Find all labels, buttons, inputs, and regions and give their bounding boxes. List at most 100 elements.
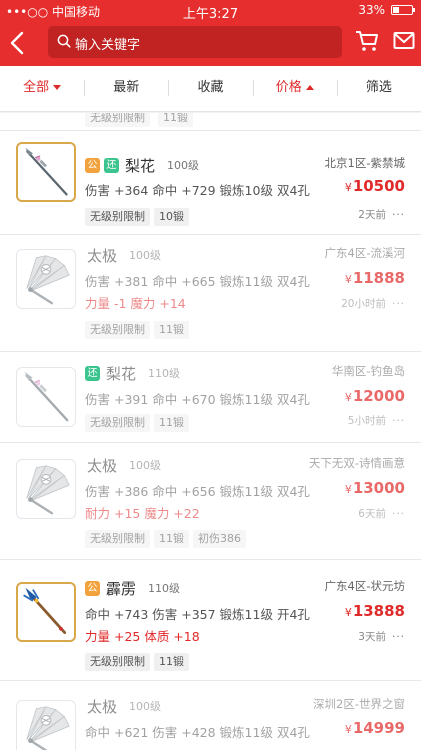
item-stats: 伤害 +386 命中 +656 锻炼11级 双4孔	[85, 484, 310, 499]
item-title: 霹雳	[106, 579, 137, 598]
tab-price[interactable]: 价格	[252, 66, 337, 111]
server-name: 深圳2区-世界之窗	[313, 697, 405, 711]
tab-filter[interactable]: 筛选	[336, 66, 421, 111]
item-title-row: 太极 100级	[85, 696, 161, 716]
more-options-icon[interactable]: ···	[392, 415, 405, 427]
battery-percent: 33%	[358, 3, 385, 17]
item-price: ¥11888	[345, 269, 405, 287]
tag: 11锻	[158, 113, 193, 127]
item-meta: 20小时前 ···	[341, 296, 405, 311]
item-stats: 伤害 +364 命中 +729 锻炼10级 双4孔	[85, 183, 310, 198]
listing-list: 无级别限制 11锻 公还梨花 100级 伤害 +364 命中 +729 锻炼10级 …	[0, 113, 421, 750]
posted-time: 6天前	[358, 508, 386, 520]
tag: 无级别限制	[85, 321, 150, 339]
tag: 无级别限制	[85, 653, 150, 671]
more-options-icon[interactable]: ···	[392, 508, 405, 520]
tab-latest[interactable]: 最新	[84, 66, 168, 111]
list-item[interactable]: 太极 100级伤害 +381 命中 +665 锻炼11级 双4孔 力量 -1 魔力 …	[0, 236, 421, 352]
status-bar: •••○○ 中国移动 上午3:27 33%	[0, 0, 421, 22]
return-badge: 还	[85, 365, 100, 381]
price-value: 13888	[352, 602, 405, 620]
spear-icon	[16, 142, 76, 202]
server-name: 广东4区-流溪河	[324, 246, 405, 260]
item-level: 110级	[148, 582, 181, 595]
back-button[interactable]	[6, 26, 30, 62]
item-title: 梨花	[106, 364, 137, 383]
item-price: ¥12000	[345, 387, 405, 405]
more-options-icon[interactable]: ···	[392, 209, 405, 221]
item-bonus: 力量 -1 魔力 +14	[85, 296, 186, 311]
item-title: 太极	[87, 246, 118, 265]
posted-time: 3天前	[358, 631, 386, 643]
list-item[interactable]: 还梨花 110级 伤害 +391 命中 +670 锻炼11级 双4孔 无级别限制 11锻…	[0, 353, 421, 443]
item-price: ¥14999	[345, 719, 405, 737]
price-value: 12000	[352, 387, 405, 405]
public-badge: 公	[85, 157, 100, 173]
item-price: ¥13000	[345, 479, 405, 497]
more-options-icon[interactable]: ···	[392, 631, 405, 643]
item-meta: 5小时前 ···	[348, 413, 405, 428]
currency-symbol: ¥	[344, 483, 352, 496]
item-price: ¥13888	[345, 602, 405, 620]
posted-time: 20小时前	[341, 298, 386, 310]
item-stats: 命中 +621 伤害 +428 锻炼11级 双4孔	[85, 725, 310, 740]
caret-up-icon	[305, 85, 314, 90]
item-meta: 3天前 ···	[358, 629, 405, 644]
item-meta: 2天前 ···	[358, 207, 405, 222]
server-name: 北京1区-紫禁城	[324, 156, 405, 170]
item-title-row: 还梨花 110级	[85, 363, 180, 383]
tab-filter-label: 筛选	[365, 80, 392, 95]
spear-icon	[16, 367, 76, 427]
cart-icon	[356, 31, 378, 51]
item-title-row: 公霹雳 110级	[85, 578, 180, 598]
item-bonus: 耐力 +15 魔力 +22	[85, 506, 200, 521]
list-item[interactable]: 太极 100级伤害 +386 命中 +656 锻炼11级 双4孔 耐力 +15 魔力…	[0, 444, 421, 560]
tag: 无级别限制	[85, 414, 150, 432]
currency-symbol: ¥	[344, 391, 352, 404]
fan-icon	[16, 249, 76, 309]
tab-price-label: 价格	[275, 80, 302, 95]
posted-time: 2天前	[358, 209, 386, 221]
currency-symbol: ¥	[344, 273, 352, 286]
item-title: 太极	[87, 456, 118, 475]
currency-symbol: ¥	[344, 606, 352, 619]
list-item[interactable]: 公还梨花 100级伤害 +364 命中 +729 锻炼10级 双4孔 无级别限制 10…	[0, 132, 421, 235]
price-value: 13000	[352, 479, 405, 497]
search-input[interactable]: 输入关键字	[48, 26, 342, 58]
currency-symbol: ¥	[344, 181, 352, 194]
item-level: 100级	[167, 159, 200, 172]
server-name: 天下无双-诗情画意	[308, 456, 405, 470]
chevron-left-icon	[10, 31, 24, 55]
list-item-partial[interactable]: 无级别限制 11锻	[0, 113, 421, 131]
search-placeholder: 输入关键字	[75, 38, 141, 53]
price-value: 10500	[352, 177, 405, 195]
return-badge: 还	[104, 157, 119, 173]
item-stats: 伤害 +381 命中 +665 锻炼11级 双4孔	[85, 274, 310, 289]
tag: 11锻	[154, 414, 189, 432]
item-bonus: 力量 +25 体质 +18	[85, 629, 200, 644]
tab-favorites[interactable]: 收藏	[168, 66, 252, 111]
cart-button[interactable]	[355, 30, 379, 52]
tab-all[interactable]: 全部	[0, 66, 84, 111]
trident-icon	[16, 582, 76, 642]
list-item[interactable]: 太极 100级命中 +621 伤害 +428 锻炼11级 双4孔 深圳2区-世界之窗…	[0, 682, 421, 750]
more-options-icon[interactable]: ···	[392, 298, 405, 310]
top-bar: •••○○ 中国移动 上午3:27 33% 输入关键字	[0, 0, 421, 66]
item-level: 100级	[129, 459, 162, 472]
tab-latest-label: 最新	[113, 80, 140, 95]
item-title-row: 公还梨花 100级	[85, 155, 199, 175]
public-badge: 公	[85, 580, 100, 596]
item-tags: 无级别限制 11锻	[85, 321, 189, 339]
item-tags: 无级别限制 11锻	[85, 414, 189, 432]
battery-icon	[391, 5, 415, 15]
tag: 11锻	[154, 653, 189, 671]
price-value: 14999	[352, 719, 405, 737]
search-icon	[57, 34, 71, 48]
message-button[interactable]	[393, 31, 415, 51]
list-item[interactable]: 公霹雳 110级 命中 +743 伤害 +357 锻炼11级 开4孔 力量 +25 体…	[0, 561, 421, 681]
item-level: 100级	[129, 249, 162, 262]
item-title: 梨花	[125, 156, 156, 175]
item-title-row: 太极 100级	[85, 455, 161, 475]
tag: 无级别限制	[85, 208, 150, 226]
server-name: 广东4区-状元坊	[324, 579, 405, 593]
